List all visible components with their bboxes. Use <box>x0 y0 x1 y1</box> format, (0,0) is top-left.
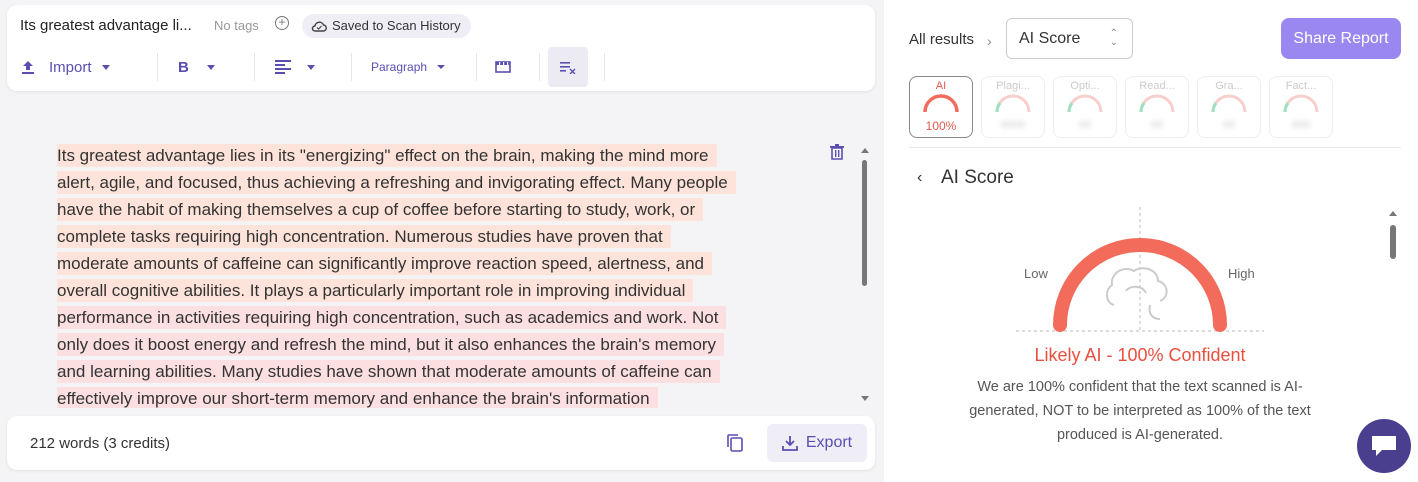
trash-icon[interactable] <box>830 144 844 160</box>
toolbar-divider <box>157 53 158 81</box>
text-line[interactable]: moderate amounts of caffeine can signifi… <box>57 252 712 275</box>
align-left-icon <box>275 60 291 74</box>
mini-gauge-icon <box>1211 94 1247 113</box>
paragraph-label: Paragraph <box>371 60 428 74</box>
tab-label: Read... <box>1139 80 1175 92</box>
share-report-button[interactable]: Share Report <box>1281 18 1401 59</box>
clear-format-icon <box>560 62 576 74</box>
chevron-down-icon <box>437 65 446 69</box>
scroll-up-arrow[interactable] <box>1389 211 1397 216</box>
text-line[interactable]: overall cognitive abilities. It plays a … <box>57 279 694 302</box>
editor-scrollbar[interactable] <box>862 160 867 286</box>
text-line[interactable]: have the habit of making themselves a cu… <box>57 198 704 221</box>
text-line[interactable]: effectively improve our short-term memor… <box>57 387 658 408</box>
toolbar-divider <box>476 53 477 81</box>
text-line[interactable]: performance in activities requiring high… <box>57 306 727 329</box>
bold-button[interactable]: B <box>178 47 215 87</box>
editor-toolbar: Its greatest advantage li... No tags + S… <box>7 5 875 91</box>
word-count: 212 words (3 credits) <box>30 435 171 452</box>
mini-gauge-icon <box>1067 94 1103 113</box>
results-scrollbar[interactable] <box>1390 225 1396 259</box>
tab-label: Plagi... <box>996 80 1030 92</box>
copy-icon[interactable] <box>727 434 743 452</box>
tab-readability[interactable]: Read... 00 <box>1125 76 1189 138</box>
clear-format-button[interactable] <box>548 47 588 87</box>
back-chevron-icon[interactable]: ‹ <box>917 169 922 187</box>
toolbar-divider <box>604 53 605 81</box>
tab-fact-check[interactable]: Fact... 000 <box>1269 76 1333 138</box>
tab-value: 100% <box>925 119 957 133</box>
import-button[interactable]: Import <box>21 47 110 87</box>
saved-status-badge[interactable]: Saved to Scan History <box>302 14 471 38</box>
tab-grammar[interactable]: Gra... 00 <box>1197 76 1261 138</box>
mini-gauge-icon <box>995 94 1031 113</box>
tab-label: Opti... <box>1070 80 1100 92</box>
tab-value: 0000 <box>1000 119 1026 131</box>
toolbar-divider <box>351 53 352 81</box>
mini-gauge-icon <box>923 94 959 113</box>
document-text[interactable]: Its greatest advantage lies in its "ener… <box>57 142 777 408</box>
editor-content[interactable]: Its greatest advantage lies in its "ener… <box>7 100 875 408</box>
score-select-value: AI Score <box>1019 30 1081 47</box>
paragraph-select[interactable]: Paragraph <box>371 47 446 87</box>
cloud-icon <box>311 21 327 32</box>
tab-label: AI <box>935 80 947 92</box>
tab-label: Fact... <box>1285 80 1317 92</box>
export-label: Export <box>805 434 853 451</box>
text-line[interactable]: alert, agile, and focused, thus achievin… <box>57 171 736 194</box>
toolbar-divider <box>539 53 540 81</box>
text-line[interactable]: Its greatest advantage lies in its "ener… <box>57 144 717 167</box>
tab-plagiarism[interactable]: Plagi... 0000 <box>981 76 1045 138</box>
text-line[interactable]: and learning abilities. Many studies hav… <box>57 360 720 383</box>
download-icon <box>781 436 798 451</box>
mini-gauge-icon <box>1283 94 1319 113</box>
import-label: Import <box>49 58 92 76</box>
gauge-low-label: Low <box>1024 266 1048 281</box>
tab-value: 000 <box>1291 119 1311 131</box>
tags-label: No tags <box>214 18 259 33</box>
text-line[interactable]: only does it boost energy and refresh th… <box>57 333 725 356</box>
editor-footer: 212 words (3 credits) Export <box>7 416 875 470</box>
sort-arrows-icon: ⌃ ⌄ <box>1109 28 1118 48</box>
add-tag-icon[interactable]: + <box>275 16 289 30</box>
results-panel: All results › AI Score ⌃ ⌄ Share Report A… <box>884 0 1418 482</box>
editor-panel: Its greatest advantage li... No tags + S… <box>0 0 884 482</box>
scroll-up-arrow[interactable] <box>861 148 869 153</box>
text-line[interactable]: complete tasks requiring high concentrat… <box>57 225 671 248</box>
toolbar-divider <box>254 53 255 81</box>
verdict-description: We are 100% confident that the text scan… <box>969 379 1311 443</box>
align-button[interactable] <box>275 47 315 87</box>
document-title[interactable]: Its greatest advantage li... <box>20 17 192 34</box>
chevron-down-icon <box>101 64 110 70</box>
saved-label: Saved to Scan History <box>332 18 461 33</box>
tab-label: Gra... <box>1215 80 1243 92</box>
chat-support-button[interactable] <box>1357 419 1411 473</box>
film-icon <box>495 61 511 73</box>
mini-gauge-icon <box>1139 94 1175 113</box>
divider <box>909 147 1401 148</box>
gauge-high-label: High <box>1228 266 1255 281</box>
scroll-down-arrow[interactable] <box>861 396 869 401</box>
upload-icon <box>22 61 34 74</box>
verdict-text: Likely AI - 100% Confident <box>1034 345 1246 365</box>
export-button[interactable]: Export <box>767 424 867 462</box>
tab-value: 00 <box>1222 119 1236 131</box>
tab-optimization[interactable]: Opti... 00 <box>1053 76 1117 138</box>
media-button[interactable] <box>495 47 511 87</box>
chevron-down-icon <box>206 64 215 70</box>
brain-icon <box>1106 267 1168 320</box>
bold-label: B <box>178 58 189 76</box>
score-type-select[interactable]: AI Score ⌃ ⌄ <box>1006 18 1133 59</box>
chat-bubble-icon <box>1372 436 1396 456</box>
section-title: AI Score <box>941 167 1014 188</box>
breadcrumb-all-results[interactable]: All results <box>909 31 974 48</box>
tab-value: 00 <box>1078 119 1092 131</box>
chevron-right-icon: › <box>987 33 992 49</box>
tab-value: 00 <box>1150 119 1164 131</box>
formatting-toolbar: Import B Paragraph <box>7 47 875 87</box>
chevron-down-icon <box>307 64 315 70</box>
tab-ai[interactable]: AI 100% <box>909 76 973 138</box>
